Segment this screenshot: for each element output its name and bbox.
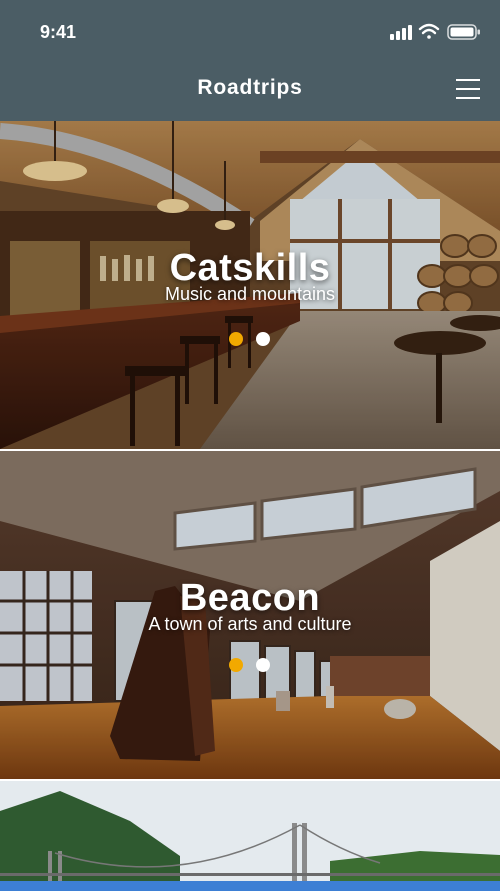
battery-icon <box>447 24 480 40</box>
bottom-accent-bar <box>0 881 500 891</box>
trip-subtitle: Music and mountains <box>164 284 336 304</box>
app-header: 9:41 Roadtrips <box>0 0 500 121</box>
trip-card-catskills[interactable]: Catskills Music and mountains <box>0 121 500 449</box>
carousel-dot-active[interactable] <box>229 332 243 346</box>
carousel-dots <box>229 658 273 672</box>
trip-card-catskills-text: Catskills Music and mountains <box>0 247 500 305</box>
carousel-dot[interactable] <box>256 332 270 346</box>
status-time: 9:41 <box>40 22 77 42</box>
wifi-icon <box>418 23 440 39</box>
trip-card-beacon-text: Beacon A town of arts and culture <box>0 577 500 635</box>
trip-card-third[interactable] <box>0 781 500 881</box>
carousel-dots <box>229 332 273 346</box>
trip-subtitle: A town of arts and culture <box>148 614 352 634</box>
bridge-photo <box>0 781 500 881</box>
page-title: Roadtrips <box>197 76 303 99</box>
carousel-dot-active[interactable] <box>229 658 243 672</box>
signal-icon <box>390 25 412 40</box>
hamburger-menu-icon[interactable] <box>456 78 480 100</box>
carousel-dot[interactable] <box>256 658 270 672</box>
status-bar: 9:41 <box>0 0 500 64</box>
status-icons <box>390 23 480 40</box>
trip-card-beacon[interactable]: Beacon A town of arts and culture <box>0 451 500 779</box>
